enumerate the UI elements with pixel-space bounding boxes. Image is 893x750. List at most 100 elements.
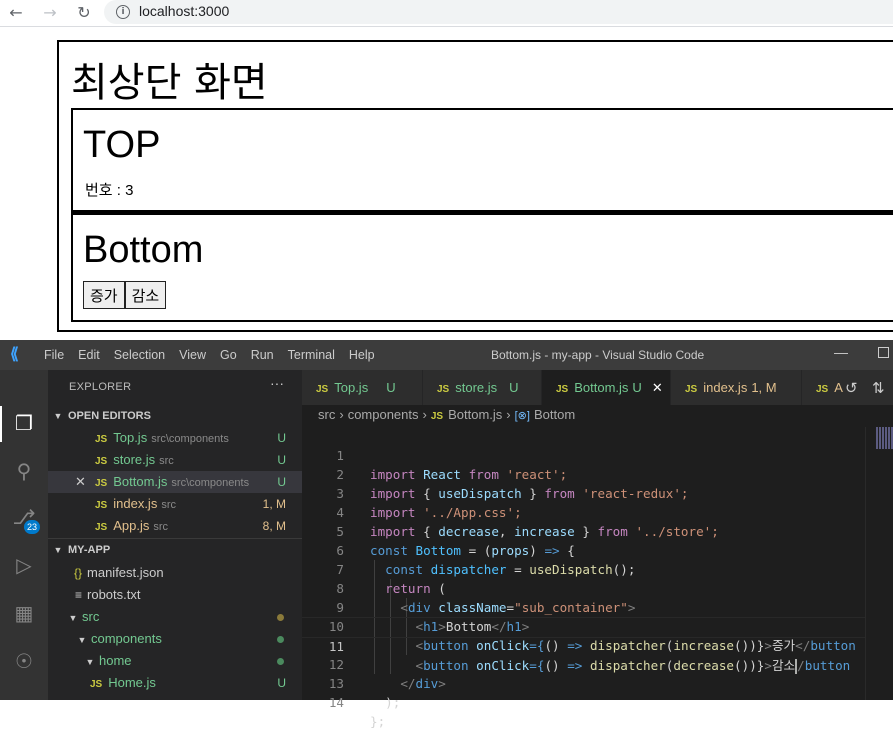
- reload-icon[interactable]: ↻: [74, 3, 94, 23]
- extensions-icon[interactable]: ▦: [12, 602, 36, 626]
- chevron-down-icon: ▼: [68, 613, 78, 623]
- back-arrow-icon[interactable]: ←: [6, 3, 26, 23]
- tab-status: 1, M: [751, 380, 777, 395]
- info-icon[interactable]: i: [116, 5, 130, 19]
- chevron-down-icon: ▼: [53, 411, 63, 421]
- close-icon[interactable]: ✕: [75, 471, 86, 493]
- run-debug-icon[interactable]: ▷: [12, 554, 36, 578]
- js-file-icon: JS: [95, 456, 108, 467]
- modified-dot-icon: [277, 614, 284, 621]
- js-file-icon: JS: [95, 478, 108, 489]
- code-line: 4 import { decrease, increase } from '..…: [302, 484, 893, 539]
- search-icon[interactable]: ⚲: [12, 460, 36, 484]
- chevron-down-icon: ▼: [53, 545, 63, 555]
- menu-file[interactable]: File: [44, 348, 64, 362]
- git-status: U: [277, 676, 286, 690]
- vscode-logo-icon: ⟪: [10, 346, 19, 363]
- menu-help[interactable]: Help: [349, 348, 375, 362]
- compare-changes-icon[interactable]: ⇅: [872, 379, 885, 397]
- symbol-icon: [⊗]: [514, 410, 530, 422]
- main-container: 최상단 화면 TOP 번호 : 3 Bottom 증가 감소: [57, 40, 893, 332]
- breadcrumb-symbol[interactable]: Bottom: [534, 407, 575, 422]
- open-editors-header[interactable]: ▼ OPEN EDITORS: [48, 405, 302, 427]
- breadcrumb-src[interactable]: src: [318, 407, 335, 422]
- menu-selection[interactable]: Selection: [114, 348, 165, 362]
- forward-arrow-icon[interactable]: →: [40, 3, 60, 23]
- tab-status: U: [632, 380, 642, 395]
- menu-terminal[interactable]: Terminal: [288, 348, 335, 362]
- project-header[interactable]: ▼ MY-APP: [48, 538, 302, 561]
- tab-status: U: [509, 380, 519, 395]
- code-line-current: 11 <button onClick={() => dispatcher(dec…: [302, 617, 893, 674]
- code-editor[interactable]: 1 import React from 'react'; 2 import { …: [302, 427, 893, 729]
- decrease-button[interactable]: 감소: [124, 281, 167, 309]
- js-file-icon: JS: [90, 679, 103, 690]
- menu-go[interactable]: Go: [220, 348, 237, 362]
- tree-item[interactable]: JS Home.js U: [48, 672, 302, 694]
- open-editor-item[interactable]: JS store.js src U: [48, 449, 302, 471]
- file-name: Top.js: [113, 430, 148, 445]
- tab-bottom-js[interactable]: JS Bottom.js U ✕: [542, 370, 671, 405]
- tab-index-js[interactable]: JS index.js 1, M: [671, 370, 802, 405]
- git-status: 8, M: [262, 519, 286, 533]
- address-bar[interactable]: i localhost:3000: [104, 0, 893, 24]
- tree-item[interactable]: ≡ robots.txt: [48, 584, 302, 606]
- open-editor-item[interactable]: JS App.js src 8, M: [48, 515, 302, 537]
- js-file-icon: JS: [816, 384, 829, 395]
- text-file-icon: ≡: [75, 588, 83, 602]
- tree-folder[interactable]: ▼ components: [48, 628, 302, 650]
- js-file-icon: JS: [316, 384, 329, 395]
- open-editor-item[interactable]: JS Top.js src\components U: [48, 427, 302, 449]
- vscode-window: ⟪ File Edit Selection View Go Run Termin…: [0, 340, 893, 729]
- js-file-icon: JS: [95, 434, 108, 445]
- file-name: robots.txt: [87, 587, 141, 602]
- token: };: [370, 714, 386, 729]
- code-line: 12 </div>: [302, 636, 893, 691]
- tree-folder[interactable]: ▼ src: [48, 606, 302, 628]
- bottom-container: Bottom 증가 감소: [71, 212, 893, 322]
- tab-label: A: [834, 380, 843, 395]
- untracked-dot-icon: [277, 636, 284, 643]
- tab-store-js[interactable]: JS store.js U: [423, 370, 542, 405]
- breadcrumb-components[interactable]: components: [348, 407, 419, 422]
- menu-view[interactable]: View: [179, 348, 206, 362]
- explorer-sidebar: EXPLORER ··· ▼ OPEN EDITORS JS Top.js src\c…: [48, 370, 302, 700]
- open-editors-label: OPEN EDITORS: [68, 410, 151, 422]
- folder-name: src: [82, 609, 100, 624]
- explorer-files-icon[interactable]: ❐: [12, 412, 36, 436]
- json-file-icon: {}: [74, 566, 83, 580]
- open-editor-item[interactable]: JS index.js src 1, M: [48, 493, 302, 515]
- page-viewport: 최상단 화면 TOP 번호 : 3 Bottom 증가 감소: [0, 27, 893, 340]
- code-line: 13 );: [302, 655, 893, 710]
- file-name: App.js: [113, 518, 150, 533]
- url-text[interactable]: localhost:3000: [139, 3, 229, 19]
- menu-edit[interactable]: Edit: [78, 348, 100, 362]
- source-control-badge: 23: [24, 520, 40, 534]
- minimap[interactable]: [865, 427, 893, 700]
- git-graph-icon[interactable]: ☉: [12, 650, 36, 674]
- tree-folder[interactable]: ▼ home: [48, 650, 302, 672]
- menu-run[interactable]: Run: [251, 348, 274, 362]
- line-number: 14: [328, 695, 344, 710]
- maximize-icon[interactable]: [878, 347, 889, 358]
- title-bar: ⟪ File Edit Selection View Go Run Termin…: [0, 340, 893, 370]
- main-title: 최상단 화면: [71, 60, 268, 106]
- tab-top-js[interactable]: JS Top.js U: [302, 370, 423, 405]
- tree-item[interactable]: {} manifest.json: [48, 562, 302, 584]
- active-indicator: [0, 406, 2, 442]
- close-icon[interactable]: ✕: [652, 380, 663, 395]
- file-name: Bottom.js: [113, 474, 168, 489]
- more-actions-icon[interactable]: ···: [270, 375, 284, 391]
- js-file-icon: JS: [95, 500, 108, 511]
- breadcrumb-file[interactable]: Bottom.js: [448, 407, 502, 422]
- file-name: index.js: [113, 496, 158, 511]
- js-file-icon: JS: [95, 522, 108, 533]
- minimize-icon[interactable]: —: [834, 344, 848, 360]
- open-editor-item-active[interactable]: ✕ JS Bottom.js src\components U: [48, 471, 302, 493]
- git-status: 1, M: [262, 497, 286, 511]
- chevron-down-icon: ▼: [77, 635, 87, 645]
- increase-button[interactable]: 증가: [83, 281, 125, 309]
- untracked-dot-icon: [277, 658, 284, 665]
- number-text: 번호 : 3: [85, 182, 134, 199]
- history-icon[interactable]: ↺: [845, 379, 858, 397]
